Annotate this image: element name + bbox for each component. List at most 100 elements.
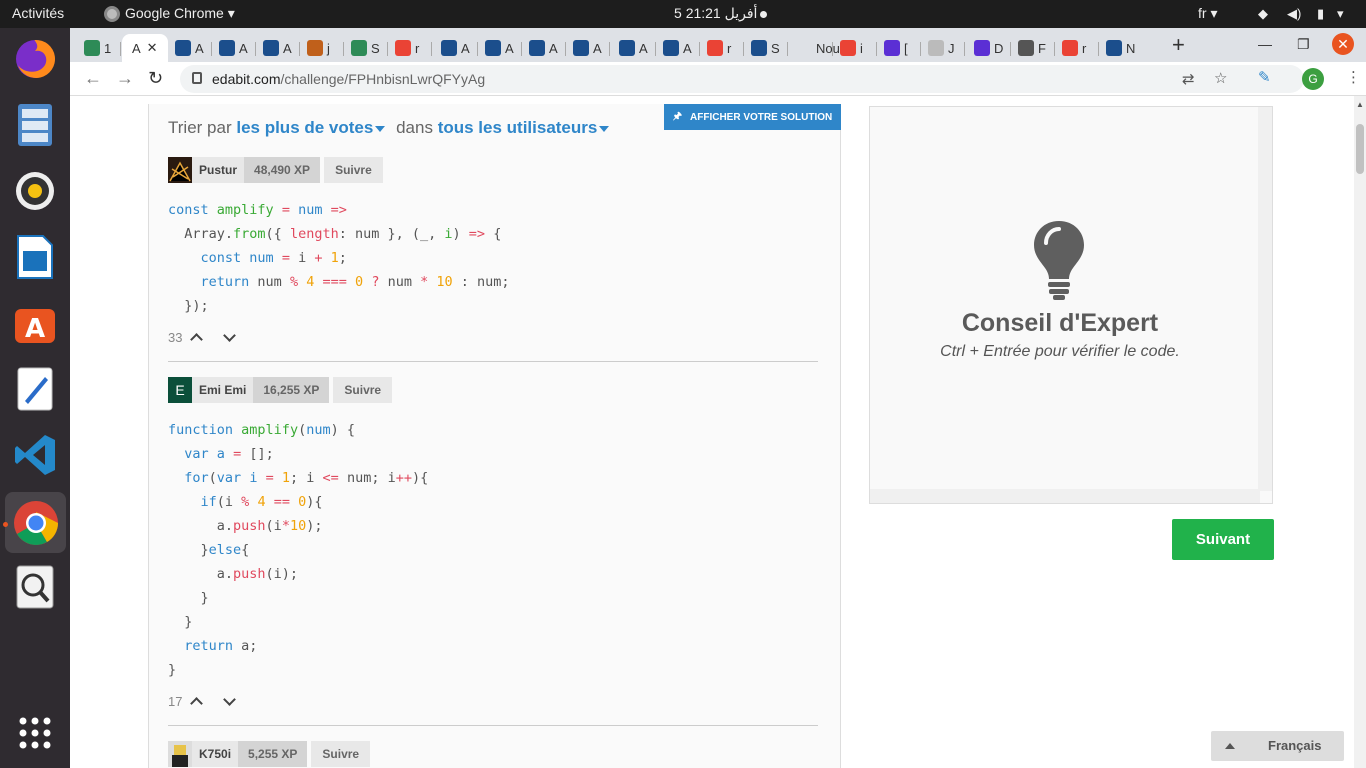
show-solution-button[interactable]: 🖈 AFFICHER VOTRE SOLUTION [664,104,841,130]
sort-prefix: Trier par [168,118,232,137]
text-editor-icon[interactable] [12,366,58,412]
chrome-icon[interactable] [5,492,66,553]
browser-tab[interactable]: S [345,34,385,62]
browser-tab[interactable]: A [523,34,563,62]
browser-tab[interactable]: Nou [790,34,840,62]
tab-favicon-icon [974,40,990,56]
tab-separator [255,42,256,56]
next-button[interactable]: Suivant [1172,519,1274,560]
url-text[interactable]: edabit.com/challenge/FPHnbisnLwrQFYyAg [212,71,485,87]
sort-middle: dans [396,118,433,137]
screenshot-viewer-icon[interactable] [12,564,58,610]
tip-title: Conseil d'Expert [961,309,1159,337]
maximize-button[interactable]: ❐ [1297,36,1310,53]
browser-tab[interactable]: A [657,34,697,62]
lock-icon[interactable] [192,72,202,84]
address-bar[interactable]: edabit.com/challenge/FPHnbisnLwrQFYyAg ⇄… [180,65,1304,93]
chrome-app-icon [104,6,120,22]
tab-title: A [461,40,470,56]
vscode-icon[interactable] [12,432,58,478]
tab-favicon-icon [351,40,367,56]
browser-tab[interactable]: r [701,34,741,62]
browser-tab[interactable]: A [435,34,475,62]
follow-button[interactable]: Suivre [324,157,383,183]
battery-icon[interactable]: ▮ [1317,6,1324,22]
browser-tab[interactable]: N [1100,34,1140,62]
browser-tab[interactable]: 1 [78,34,118,62]
browser-tab[interactable]: A [479,34,519,62]
browser-tab[interactable]: r [1056,34,1096,62]
username-link[interactable]: K750i [192,741,239,767]
tab-separator [521,42,522,56]
profile-avatar[interactable]: G [1302,68,1324,90]
wifi-icon[interactable]: ◆ [1258,6,1268,22]
tab-title: j [327,40,330,56]
browser-tab[interactable]: A [613,34,653,62]
upvote-icon[interactable] [190,333,204,346]
downvote-icon[interactable] [223,329,237,342]
follow-button[interactable]: Suivre [333,377,393,403]
extension-icon[interactable]: ✎ [1258,68,1271,86]
browser-tab[interactable]: A [213,34,253,62]
user-xp: 5,255 XP [238,741,308,767]
input-language[interactable]: fr ▾ [1198,5,1217,22]
libreoffice-writer-icon[interactable] [12,234,58,280]
browser-tab[interactable]: F [1012,34,1052,62]
tab-title: F [1038,40,1046,56]
back-button[interactable]: ← [84,68,102,89]
browser-tab[interactable]: A ✕ [122,34,168,62]
browser-tab[interactable]: A [169,34,209,62]
browser-tab[interactable]: A [257,34,297,62]
tab-title: J [948,40,955,56]
language-selector[interactable]: Français [1211,731,1344,761]
expert-tip-box: Conseil d'Expert Ctrl + Entrée pour véri… [869,106,1273,504]
clock[interactable]: 5 أفريل 21:21 [674,5,768,22]
sort-by-label: les plus de votes [236,118,374,137]
browser-tab[interactable]: A [567,34,607,62]
chrome-menu-icon[interactable]: ⋮ [1346,68,1361,86]
reload-button[interactable]: ↻ [148,68,163,89]
user-avatar[interactable] [168,157,192,183]
close-tab-icon[interactable]: ✕ [147,40,158,56]
sort-scope-dropdown[interactable]: tous les utilisateurs [438,118,616,137]
clock-text: 5 أفريل 21:21 [674,5,758,21]
browser-tab[interactable]: S [745,34,785,62]
browser-tab[interactable]: j [301,34,341,62]
firefox-icon[interactable] [12,36,58,82]
page-scrollbar[interactable]: ▲ [1354,96,1366,768]
downvote-icon[interactable] [223,693,237,706]
browser-tab[interactable]: [ [878,34,918,62]
activities-button[interactable]: Activités [12,5,64,21]
scroll-up-icon[interactable]: ▲ [1356,100,1364,109]
tab-favicon-icon [263,40,279,56]
bookmark-star-icon[interactable]: ☆ [1214,69,1227,87]
follow-button[interactable]: Suivre [311,741,371,767]
volume-icon[interactable]: ◀) [1287,6,1301,22]
tip-vertical-scrollbar[interactable] [1258,107,1272,491]
username-link[interactable]: Pustur [192,157,245,183]
files-icon[interactable] [12,102,58,148]
user-avatar[interactable] [168,741,192,767]
new-tab-button[interactable]: + [1172,32,1185,58]
app-menu[interactable]: Google Chrome ▾ [125,5,235,22]
software-center-icon[interactable]: A [12,300,58,346]
close-window-button[interactable]: ✕ [1332,33,1354,55]
user-avatar[interactable]: E [168,377,192,403]
browser-tab[interactable]: J [922,34,962,62]
browser-tab[interactable]: i [834,34,874,62]
tab-favicon-icon [84,40,100,56]
show-applications-icon[interactable] [12,710,58,756]
translate-icon[interactable]: ⇄ [1182,70,1195,88]
scrollbar-thumb[interactable] [1356,124,1364,174]
tip-horizontal-scrollbar[interactable] [870,489,1260,503]
minimize-button[interactable]: — [1258,36,1272,52]
forward-button[interactable]: → [116,68,134,89]
browser-tab[interactable]: r [389,34,429,62]
browser-tab[interactable]: D [968,34,1008,62]
sort-by-dropdown[interactable]: les plus de votes [236,118,391,137]
tab-favicon-icon [928,40,944,56]
system-menu-chevron-icon[interactable]: ▾ [1337,6,1344,22]
upvote-icon[interactable] [190,697,204,710]
rhythmbox-icon[interactable] [12,168,58,214]
username-link[interactable]: Emi Emi [192,377,254,403]
